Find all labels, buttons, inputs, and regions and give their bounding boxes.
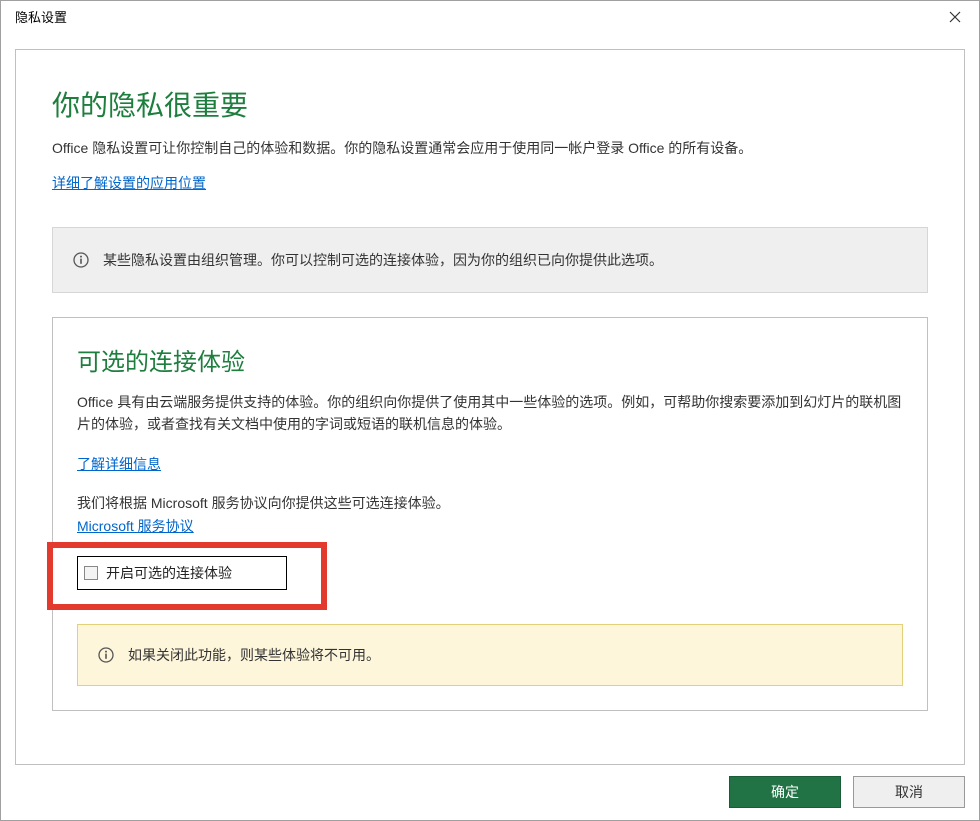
close-button[interactable] bbox=[939, 3, 971, 31]
privacy-heading: 你的隐私很重要 bbox=[52, 84, 928, 124]
dialog-button-row: 确定 取消 bbox=[1, 766, 979, 820]
titlebar: 隐私设置 bbox=[1, 1, 979, 33]
content-panel: 你的隐私很重要 Office 隐私设置可让你控制自己的体验和数据。你的隐私设置通… bbox=[15, 49, 965, 765]
close-icon bbox=[949, 11, 961, 23]
org-managed-text: 某些隐私设置由组织管理。你可以控制可选的连接体验，因为你的组织已向你提供此选项。 bbox=[103, 250, 663, 270]
agreement-paragraph: 我们将根据 Microsoft 服务协议向你提供这些可选连接体验。 bbox=[77, 492, 903, 514]
org-managed-banner: 某些隐私设置由组织管理。你可以控制可选的连接体验，因为你的组织已向你提供此选项。 bbox=[52, 227, 928, 293]
content-outer: 你的隐私很重要 Office 隐私设置可让你控制自己的体验和数据。你的隐私设置通… bbox=[1, 33, 979, 766]
checkbox-box[interactable] bbox=[84, 566, 98, 580]
checkbox-label: 开启可选的连接体验 bbox=[106, 563, 232, 583]
dialog-title: 隐私设置 bbox=[15, 7, 67, 26]
warning-banner: 如果关闭此功能，则某些体验将不可用。 bbox=[77, 624, 903, 686]
ok-button[interactable]: 确定 bbox=[729, 776, 841, 808]
privacy-settings-dialog: 隐私设置 你的隐私很重要 Office 隐私设置可让你控制自己的体验和数据。你的… bbox=[0, 0, 980, 821]
learn-more-settings-link[interactable]: 详细了解设置的应用位置 bbox=[52, 175, 206, 191]
optional-experiences-panel: 可选的连接体验 Office 具有由云端服务提供支持的体验。你的组织向你提供了使… bbox=[52, 317, 928, 711]
info-icon bbox=[73, 252, 89, 268]
warning-text: 如果关闭此功能，则某些体验将不可用。 bbox=[128, 645, 380, 665]
info-icon bbox=[98, 647, 114, 663]
privacy-description: Office 隐私设置可让你控制自己的体验和数据。你的隐私设置通常会应用于使用同… bbox=[52, 138, 928, 159]
cancel-button[interactable]: 取消 bbox=[853, 776, 965, 808]
panel-description: Office 具有由云端服务提供支持的体验。你的组织向你提供了使用其中一些体验的… bbox=[77, 391, 903, 436]
enable-optional-checkbox[interactable]: 开启可选的连接体验 bbox=[77, 556, 287, 590]
service-agreement-link[interactable]: Microsoft 服务协议 bbox=[77, 518, 194, 534]
learn-more-link[interactable]: 了解详细信息 bbox=[77, 456, 161, 472]
panel-heading: 可选的连接体验 bbox=[77, 342, 903, 377]
